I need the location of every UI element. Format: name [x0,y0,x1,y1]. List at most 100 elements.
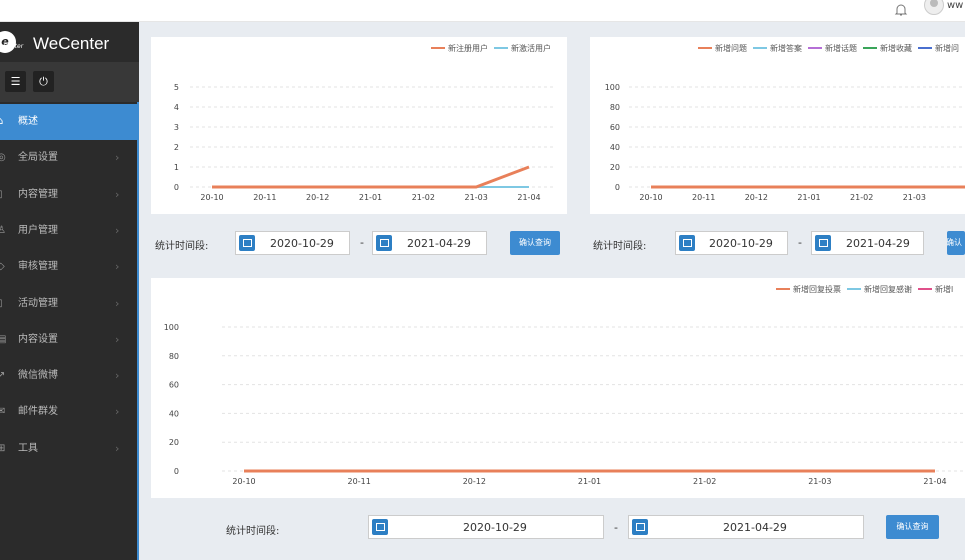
sidebar-item-label: 概述 [18,116,38,127]
chevron-right-icon: › [115,151,120,165]
date-separator: - [360,236,364,249]
chart-content: 0 20 40 60 80 100 20-10 20-11 20-12 21-01 21-02 21-… [605,43,965,202]
y-tick-label: 100 [164,323,179,332]
filter-label: 统计时间段: [226,526,280,537]
x-tick-label: 20-11 [348,477,371,486]
username[interactable]: ww [947,0,965,11]
document-icon: ▯ [0,177,9,213]
start-date-input[interactable]: 2020-10-29 [235,231,350,255]
user-icon: ♙ [0,224,6,236]
calendar-icon[interactable] [679,235,695,251]
calendar-icon[interactable] [372,519,388,535]
sidebar: e Center WeCenter ☰ ⏻ ⌂ 概述 ◎ 全局设置 › ▯ 内容管理 › ♙ 用户… [0,22,139,560]
sidebar-item-2[interactable]: ▯ 内容管理 › [0,177,139,213]
calendar-icon[interactable] [239,235,255,251]
sidebar-item-4[interactable]: ◇ 审核管理 › [0,249,139,285]
query-button[interactable]: 确认查询 [886,515,939,539]
y-tick-label: 0 [174,183,179,192]
power-icon[interactable]: ⏻ [33,71,54,92]
y-tick-label: 2 [174,143,179,152]
legend-item[interactable]: 新增问题 [715,43,747,53]
sidebar-item-label: 全局设置 [18,152,58,164]
chevron-right-icon: › [115,223,120,237]
home-icon: ⌂ [0,116,4,127]
sidebar-item-6[interactable]: ▤ 内容设置 › [0,322,139,358]
top-bar: ww [0,0,965,22]
sidebar-item-label: 用户管理 [18,224,58,236]
end-date-input[interactable]: 2021-04-29 [372,231,487,255]
series-line-0 [212,165,530,189]
date-separator: - [798,236,802,249]
calendar-icon[interactable] [815,235,831,251]
y-tick-label: 0 [174,467,179,476]
legend-item[interactable]: 新激活用户 [511,43,551,53]
legend-item[interactable]: 新增回复感谢 [864,284,912,294]
query-button[interactable]: 确认查询 [947,231,965,255]
legend-item[interactable]: 新增收藏 [880,43,912,53]
sidebar-item-label: 邮件群发 [18,406,58,418]
chart-card-users: 0 1 2 3 4 5 20-10 20-11 20-12 21-01 21-02 21-03 21-0… [151,37,567,214]
y-tick-label: 80 [169,352,179,361]
x-tick-label: 21-04 [923,477,946,486]
x-tick-label: 21-02 [693,477,716,486]
bell-icon[interactable] [893,2,909,18]
y-tick-label: 60 [610,123,620,132]
y-tick-label: 20 [169,438,179,447]
sidebar-item-3[interactable]: ♙ 用户管理 › [0,213,139,249]
end-date-input[interactable]: 2021-04-29 [811,231,924,255]
sidebar-item-8[interactable]: ✉ 邮件群发 › [0,394,139,430]
y-tick-label: 1 [174,163,179,172]
x-tick-label: 20-10 [639,193,662,202]
avatar[interactable] [924,0,944,15]
sidebar-item-0[interactable]: ⌂ 概述 [0,104,139,140]
legend-item[interactable]: 新增l [935,284,953,294]
sidebar-item-label: 活动管理 [18,297,58,309]
x-tick-label: 21-03 [808,477,831,486]
filter-label: 统计时间段: [155,241,209,252]
y-tick-label: 60 [169,381,179,390]
sidebar-item-1[interactable]: ◎ 全局设置 › [0,140,139,176]
list-icon[interactable]: ☰ [5,71,26,92]
x-tick-label: 21-04 [517,193,540,202]
sidebar-item-label: 审核管理 [18,261,58,273]
x-tick-label: 21-03 [465,193,488,202]
y-tick-label: 0 [615,183,620,192]
y-tick-label: 100 [605,83,620,92]
calendar-icon[interactable] [632,519,648,535]
brand-name: WeCenter [33,34,110,53]
x-tick-label: 21-01 [797,193,820,202]
chart-replies: 0 20 40 60 80 100 20-10 20-11 20-12 21-01 21-02 21-… [164,284,965,486]
sidebar-item-label: 内容管理 [18,188,58,200]
legend-item[interactable]: 新注册用户 [448,43,488,53]
date-separator: - [614,521,618,534]
x-tick-label: 21-02 [850,193,873,202]
calendar-icon: ▯ [0,286,9,322]
legend-item[interactable]: 新增问 [935,43,959,53]
end-date-input[interactable]: 2021-04-29 [628,515,864,539]
sidebar-toolbar: ☰ ⏻ [0,62,139,102]
sidebar-item-label: 内容设置 [18,333,58,345]
x-tick-label: 20-11 [253,193,276,202]
chart-card-content: 0 20 40 60 80 100 20-10 20-11 20-12 21-01 21-02 21-… [590,37,965,214]
share-icon: ↗ [0,370,6,382]
x-tick-label: 21-03 [903,193,926,202]
legend-item[interactable]: 新增回复投票 [793,284,841,294]
legend-item[interactable]: 新增话题 [825,43,857,53]
sidebar-item-5[interactable]: ▯ 活动管理 › [0,286,139,322]
chevron-right-icon: › [115,296,120,310]
shield-icon: ◇ [0,261,5,273]
chart-card-replies: 0 20 40 60 80 100 20-10 20-11 20-12 21-01 21-02 21-… [151,278,965,498]
start-date-input[interactable]: 2020-10-29 [675,231,788,255]
start-date-input[interactable]: 2020-10-29 [368,515,604,539]
calendar-icon[interactable] [376,235,392,251]
chevron-right-icon: › [115,441,120,455]
query-button[interactable]: 确认查询 [510,231,560,255]
brand-logo-sub: Center [3,43,24,50]
chevron-right-icon: › [115,260,120,274]
x-tick-label: 20-10 [200,193,223,202]
sidebar-item-7[interactable]: ↗ 微信微博 › [0,358,139,394]
legend-item[interactable]: 新增答案 [770,43,802,53]
x-tick-label: 20-11 [692,193,715,202]
sidebar-item-9[interactable]: ⊞ 工具 › [0,431,139,467]
list-icon: ▤ [0,333,7,345]
